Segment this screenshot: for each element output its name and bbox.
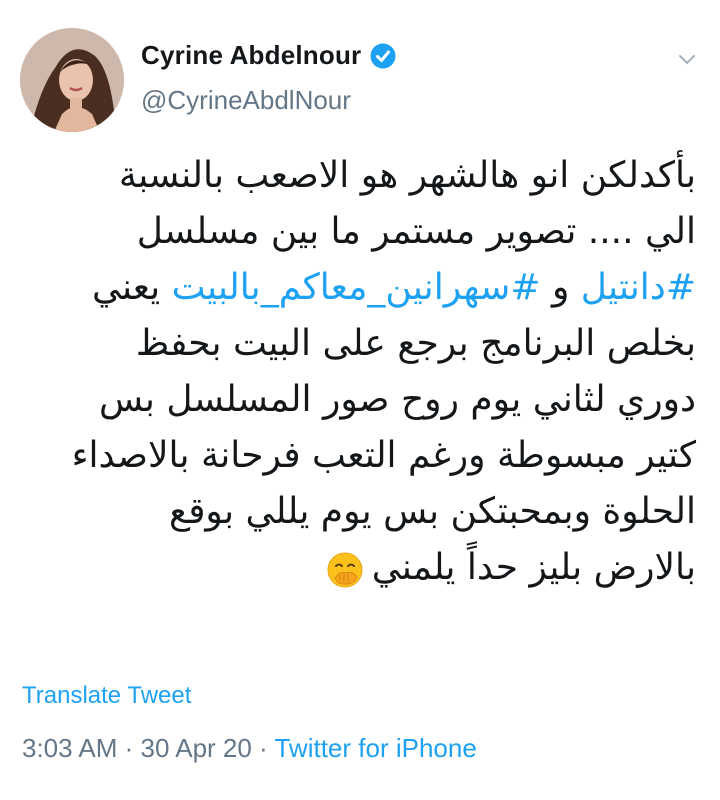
hashtag-link-sahranin[interactable]: #سهرانين_معاكم_بالبيت	[172, 267, 541, 308]
tweet-line: دوري لثاني يوم روح صور المسلسل بس	[98, 379, 696, 420]
user-handle[interactable]: @CyrineAbdlNour	[141, 85, 351, 116]
tweet-date[interactable]: 30 Apr 20	[141, 733, 252, 763]
verified-badge-icon	[369, 42, 397, 70]
tweet-line: الحلوة وبمحبتكن بس يوم يللي بوقع	[169, 491, 696, 532]
tweet-line: بأكدلكن انو هالشهر هو الاصعب بالنسبة	[118, 155, 696, 196]
tweet-source-link[interactable]: Twitter for iPhone	[274, 733, 476, 763]
tweet-text: بأكدلكن انو هالشهر هو الاصعب بالنسبة الي…	[22, 148, 696, 596]
tweet-line: بالارض بليز حداً يلمني	[371, 547, 696, 588]
tweet-meta: 3:03 AM · 30 Apr 20 · Twitter for iPhone	[22, 733, 477, 764]
avatar[interactable]	[20, 28, 124, 132]
chevron-down-icon[interactable]	[676, 48, 698, 70]
tweet-time[interactable]: 3:03 AM	[22, 733, 117, 763]
profile-photo	[20, 28, 124, 132]
hashtag-link-dantel[interactable]: #دانتيل	[581, 267, 696, 308]
hand-over-mouth-emoji-icon	[326, 550, 364, 588]
display-name[interactable]: Cyrine Abdelnour	[141, 40, 361, 71]
tweet-line: الي .... تصوير مستمر ما بين مسلسل	[136, 211, 696, 252]
tweet-line-last: بالارض بليز حداً يلمني	[22, 540, 696, 596]
meta-separator: ·	[251, 733, 275, 763]
tweet-line-suffix: يعني	[91, 267, 161, 308]
meta-separator: ·	[117, 733, 141, 763]
tweet-connector: و	[551, 267, 570, 308]
translate-tweet-link[interactable]: Translate Tweet	[22, 682, 191, 710]
tweet-line-hashtags: #دانتيل و #سهرانين_معاكم_بالبيت يعني	[22, 260, 696, 316]
tweet-line: بخلص البرنامج برجع على البيت بحفظ	[135, 323, 696, 364]
tweet-line: كتير مبسوطة ورغم التعب فرحانة بالاصداء	[71, 435, 696, 476]
